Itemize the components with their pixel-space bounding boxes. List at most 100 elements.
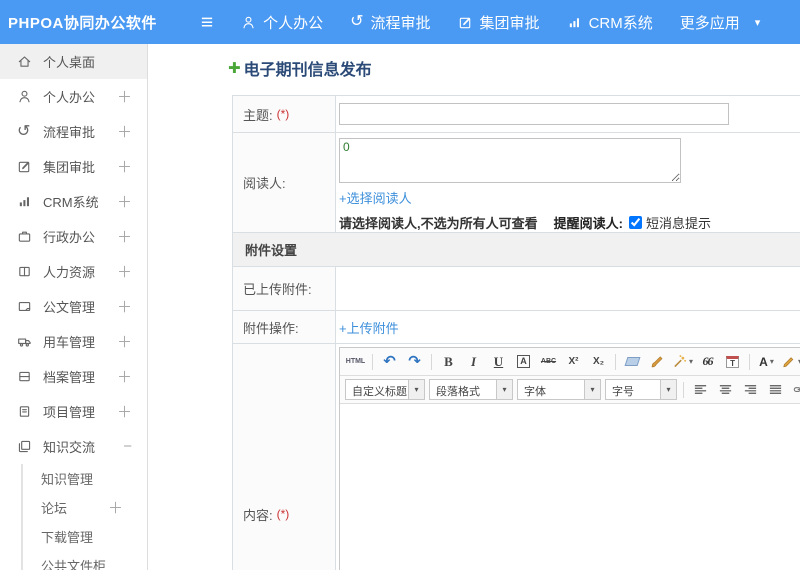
rich-text-editor: HTML↶↷BIUAABCX²X₂▾66TA▾▾123▾ 自定义标题▾段落格式▾… [339, 347, 800, 570]
editor-content-area[interactable] [340, 404, 800, 570]
truck-icon [17, 334, 34, 349]
expand-icon[interactable]: ＋ [117, 191, 132, 212]
select-readers-link[interactable]: +选择阅读人 [339, 188, 412, 207]
expand-icon[interactable]: ＋ [117, 226, 132, 247]
dropdown-caret-icon[interactable]: ▾ [496, 380, 512, 399]
sidebar-subitem-knowledge-mgmt[interactable]: 知识管理 [23, 464, 147, 493]
app-title: PHPOA协同办公软件 [8, 14, 157, 32]
expand-icon[interactable]: ＋ [117, 366, 132, 387]
subject-row: 主题: (*) [233, 96, 800, 133]
align-justify-button[interactable] [764, 378, 787, 401]
uploaded-attachments-value [336, 267, 800, 310]
eraser-button[interactable] [621, 350, 644, 373]
sidebar-item-workflow-approval[interactable]: ↺ 流程审批 ＋ [0, 114, 147, 149]
auto-typeset-button[interactable]: ▾ [671, 350, 694, 373]
expand-icon[interactable]: ＋ [117, 156, 132, 177]
paragraph-format-select[interactable]: 段落格式 ▾ [429, 379, 513, 400]
select-value: 自定义标题 [352, 386, 407, 398]
insert-table-button[interactable]: T [721, 350, 744, 373]
sidebar-item-document-mgmt[interactable]: 公文管理 ＋ [0, 289, 147, 324]
sidebar-subitem-label: 知识管理 [41, 472, 94, 487]
font-family-select[interactable]: 字体 ▾ [517, 379, 601, 400]
sidebar-subitem-forum[interactable]: 论坛 ＋ [23, 493, 147, 522]
attachment-action-label: 附件操作: [233, 311, 336, 343]
expand-icon[interactable]: ＋ [117, 121, 132, 142]
sidebar-item-knowledge-exchange[interactable]: 知识交流 − [0, 429, 147, 464]
link-button[interactable] [789, 378, 800, 401]
nav-personal-office[interactable]: 个人办公 [241, 12, 323, 33]
expand-icon[interactable]: ＋ [117, 401, 132, 422]
upload-attachment-link[interactable]: +上传附件 [339, 318, 399, 337]
font-color-button[interactable]: A ▾ [755, 350, 778, 373]
blockquote-button[interactable]: 66 [696, 350, 719, 373]
sidebar-item-archive-mgmt[interactable]: 档案管理 ＋ [0, 359, 147, 394]
sidebar-item-human-resources[interactable]: 人力资源 ＋ [0, 254, 147, 289]
redo-button[interactable]: ↷ [403, 350, 426, 373]
highlight-color-button[interactable]: ▾ [780, 350, 800, 373]
sidebar-item-crm-system[interactable]: CRM系统 ＋ [0, 184, 147, 219]
subscript-button[interactable]: X₂ [587, 350, 610, 373]
nav-label: 个人办公 [263, 14, 324, 32]
nav-group-approval[interactable]: 集团审批 [458, 12, 540, 33]
sidebar-item-group-approval[interactable]: 集团审批 ＋ [0, 149, 147, 184]
sidebar-item-label: 人力资源 [43, 265, 96, 280]
required-mark: (*) [276, 107, 290, 121]
expand-icon[interactable]: ＋ [117, 86, 132, 107]
nav-workflow-approval[interactable]: ↺ 流程审批 [350, 12, 430, 33]
expand-icon[interactable]: ＋ [108, 497, 123, 518]
sidebar-item-vehicle-mgmt[interactable]: 用车管理 ＋ [0, 324, 147, 359]
top-nav: 个人办公 ↺ 流程审批 集团审批 CRM系统 更多应用 ▾ [241, 12, 760, 33]
format-brush-button[interactable] [646, 350, 669, 373]
expand-icon[interactable]: ＋ [117, 296, 132, 317]
sidebar-subitem-public-file-cabinet[interactable]: 公共文件柜 [23, 551, 147, 570]
sidebar-item-project-mgmt[interactable]: 项目管理 ＋ [0, 394, 147, 429]
sidebar: 个人桌面 个人办公＋ ↺ 流程审批＋集团审批＋ CRM系统＋行政办公＋人力资源＋公文管理… [0, 44, 148, 570]
document-icon [17, 299, 34, 314]
custom-title-select[interactable]: 自定义标题 ▾ [345, 379, 425, 400]
dropdown-caret-icon[interactable]: ▾ [689, 357, 693, 366]
chart-icon [567, 15, 582, 30]
bold-button[interactable]: B [437, 350, 460, 373]
workflow-icon: ↺ [17, 122, 31, 140]
expand-icon[interactable]: ＋ [117, 261, 132, 282]
sidebar-item-personal-desktop[interactable]: 个人桌面 [0, 44, 147, 79]
font-box-button[interactable]: A [512, 350, 535, 373]
sms-notify-checkbox[interactable] [628, 216, 642, 229]
content-label: 内容: (*) [233, 344, 336, 570]
dropdown-caret-icon[interactable]: ▾ [660, 380, 676, 399]
undo-button[interactable]: ↶ [378, 350, 401, 373]
dropdown-caret-icon[interactable]: ▾ [770, 357, 774, 366]
expand-icon[interactable]: ＋ [117, 331, 132, 352]
readers-hint: 请选择阅读人,不选为所有人可查看 [339, 216, 538, 231]
align-left-button[interactable] [689, 378, 712, 401]
italic-button[interactable]: I [462, 350, 485, 373]
subject-label-text: 主题: [243, 107, 273, 123]
hamburger-menu-icon[interactable]: ≡ [201, 12, 213, 33]
strikethrough-button[interactable]: ABC [537, 350, 560, 373]
align-center-button[interactable] [714, 378, 737, 401]
nav-more-apps[interactable]: 更多应用 [680, 12, 740, 33]
select-value: 段落格式 [436, 386, 480, 398]
nav-label: CRM系统 [588, 14, 653, 32]
nav-crm-system[interactable]: CRM系统 [567, 12, 653, 33]
content-row: 内容: (*) HTML↶↷BIUAABCX²X₂▾66TA▾▾123▾ 自定义… [233, 344, 800, 570]
superscript-button[interactable]: X² [562, 350, 585, 373]
dropdown-caret-icon[interactable]: ▾ [584, 380, 600, 399]
readers-textarea[interactable]: 0 [339, 138, 681, 183]
sidebar-item-admin-office[interactable]: 行政办公 ＋ [0, 219, 147, 254]
sidebar-subitem-download-mgmt[interactable]: 下载管理 [23, 522, 147, 551]
subject-input[interactable] [339, 103, 729, 125]
font-size-select[interactable]: 字号 ▾ [605, 379, 677, 400]
underline-button[interactable]: U [487, 350, 510, 373]
select-value: 字号 [612, 386, 634, 398]
more-apps-caret-icon[interactable]: ▾ [755, 16, 761, 29]
chart-icon [17, 194, 34, 209]
edit-icon [458, 15, 473, 30]
html-source-button[interactable]: HTML [344, 350, 367, 373]
sidebar-item-label: 用车管理 [43, 335, 96, 350]
sidebar-item-personal-office[interactable]: 个人办公 ＋ [0, 79, 147, 114]
dropdown-caret-icon[interactable]: ▾ [408, 380, 424, 399]
collapse-icon[interactable]: − [123, 438, 132, 455]
attachment-section-header: 附件设置 [233, 233, 800, 267]
align-right-button[interactable] [739, 378, 762, 401]
